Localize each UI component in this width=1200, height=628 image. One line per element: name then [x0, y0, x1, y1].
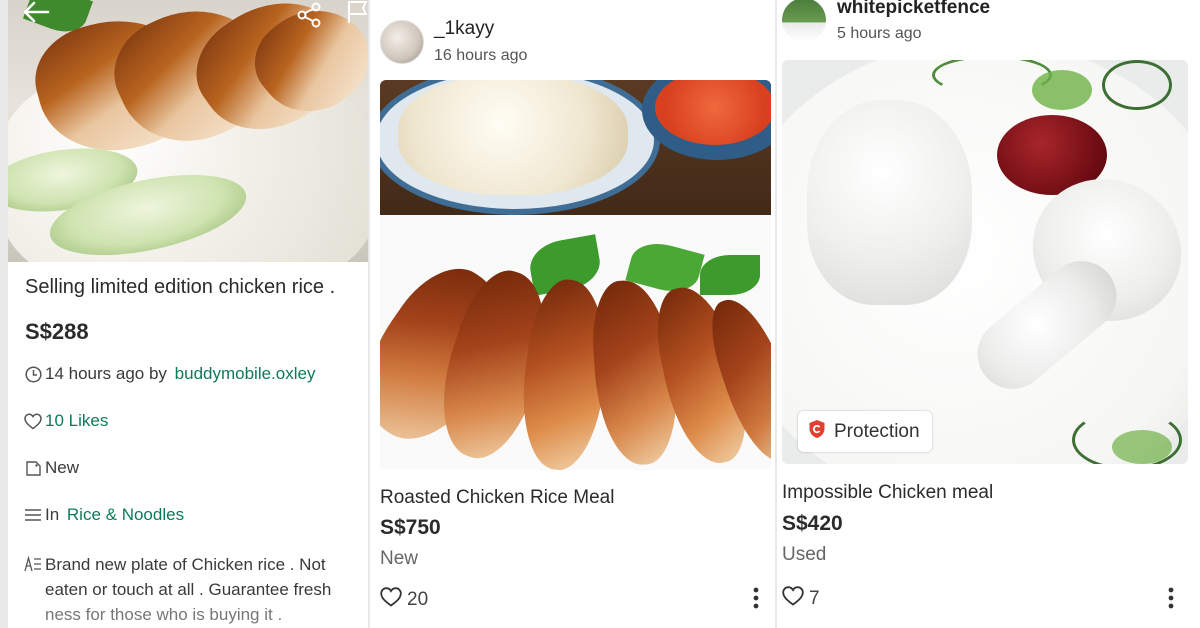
more-vertical-icon[interactable]: [752, 586, 760, 615]
protection-label: Protection: [834, 420, 920, 442]
herb-shape: [700, 255, 760, 295]
floral-pattern-shape: [1032, 70, 1092, 110]
avatar[interactable]: [380, 20, 424, 64]
listing-title: Selling limited edition chicken rice .: [25, 276, 336, 298]
condition-row: New: [24, 458, 79, 478]
rice-shape: [398, 80, 628, 195]
listing-card[interactable]: whitepicketfence 5 hours ago Protection …: [777, 0, 1200, 628]
likes-row[interactable]: 10 Likes: [24, 411, 108, 431]
heart-icon[interactable]: [782, 586, 804, 612]
seller-name[interactable]: _1kayy: [434, 18, 494, 40]
description-row: Brand new plate of Chicken rice . Not ea…: [24, 552, 355, 627]
description-line: Brand new plate of Chicken rice . Not: [45, 555, 326, 574]
heart-icon[interactable]: [24, 412, 42, 430]
floral-pattern-shape: [1112, 430, 1172, 464]
seller-name[interactable]: whitepicketfence: [837, 0, 990, 19]
like-count: 7: [809, 588, 820, 609]
like-button[interactable]: 20: [380, 587, 428, 613]
list-icon: [24, 506, 42, 524]
flag-icon[interactable]: [346, 0, 368, 28]
tag-icon: [24, 459, 42, 477]
seller-link[interactable]: buddymobile.oxley: [175, 364, 316, 384]
posted-time: 14 hours ago by: [45, 364, 172, 383]
condition-value: New: [45, 458, 80, 477]
listing-price: S$420: [782, 512, 843, 535]
listing-detail-panel: Selling limited edition chicken rice . S…: [8, 0, 368, 628]
listing-title[interactable]: Roasted Chicken Rice Meal: [380, 487, 614, 509]
posted-time: 5 hours ago: [837, 25, 922, 42]
listing-condition: Used: [782, 544, 827, 565]
likes-count[interactable]: 10 Likes: [45, 411, 108, 431]
posted-row: 14 hours ago by buddymobile.oxley: [24, 364, 315, 384]
avatar[interactable]: [782, 0, 826, 42]
share-icon[interactable]: [296, 2, 322, 32]
posted-time: 16 hours ago: [434, 47, 528, 64]
heart-icon[interactable]: [380, 587, 402, 613]
clock-icon: [24, 365, 42, 383]
category-prefix: In: [45, 505, 64, 524]
description-icon: [24, 555, 42, 573]
rice-mound-shape: [807, 100, 972, 305]
like-count: 20: [407, 589, 429, 610]
listing-description: Brand new plate of Chicken rice . Not ea…: [45, 552, 355, 627]
category-row: In Rice & Noodles: [24, 505, 184, 525]
like-button[interactable]: 7: [782, 586, 820, 612]
listing-price: S$750: [380, 516, 441, 539]
floral-pattern-shape: [1102, 60, 1172, 110]
more-vertical-icon[interactable]: [1167, 586, 1175, 615]
listing-photo[interactable]: Protection: [782, 60, 1188, 464]
description-line: ness for those who is buying it .: [45, 605, 283, 624]
description-line: eaten or touch at all . Guarantee fresh: [45, 580, 332, 599]
listing-price: S$288: [25, 319, 89, 344]
listing-photo[interactable]: [8, 0, 368, 262]
listing-card[interactable]: _1kayy 16 hours ago Roasted Chicken Rice…: [370, 0, 775, 628]
back-arrow-icon[interactable]: [22, 0, 50, 28]
listing-condition: New: [380, 548, 419, 569]
protection-badge[interactable]: Protection: [798, 411, 932, 452]
listing-title[interactable]: Impossible Chicken meal: [782, 482, 993, 504]
shield-icon: [808, 419, 826, 445]
listing-photo[interactable]: [380, 80, 771, 470]
category-link[interactable]: Rice & Noodles: [67, 505, 184, 525]
